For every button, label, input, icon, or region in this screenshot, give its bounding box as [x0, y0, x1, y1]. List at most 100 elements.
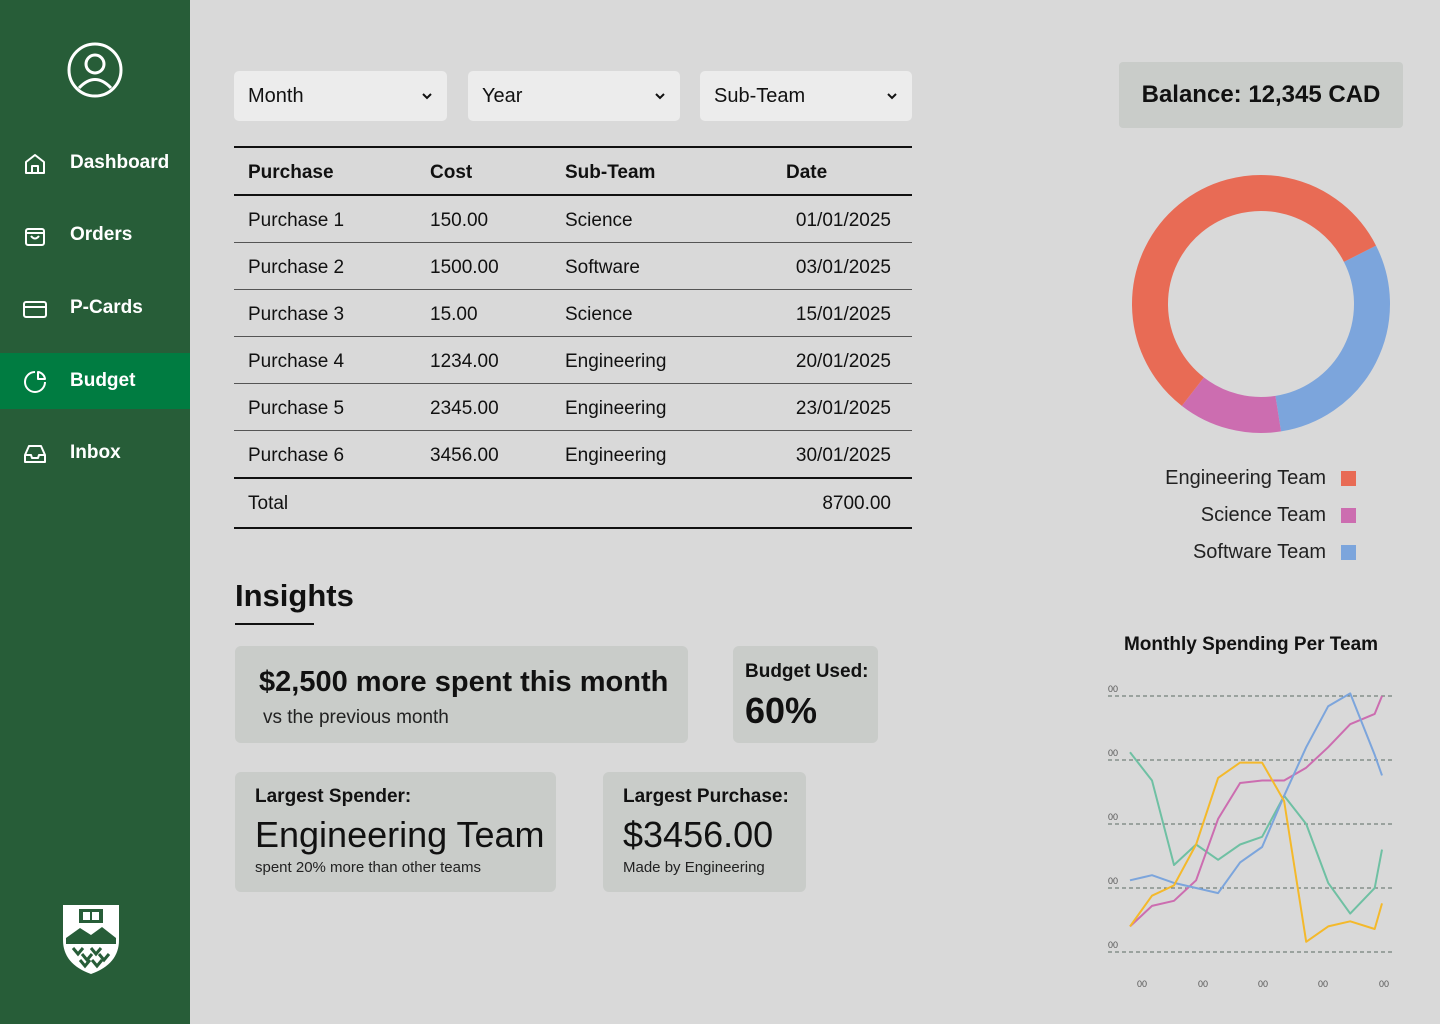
purchase-cell: Purchase 5 [248, 398, 345, 419]
pie-chart-icon [24, 371, 46, 393]
cost-cell: 15.00 [430, 304, 478, 325]
cost-cell: 2345.00 [430, 398, 499, 419]
chevron-down-icon [422, 93, 432, 100]
university-crest-icon [63, 905, 119, 974]
largest-spender-value: Engineering Team [255, 814, 545, 855]
largest-purchase-subtext: Made by Engineering [623, 859, 765, 876]
year-dropdown-value: Year [482, 84, 523, 107]
cost-cell: 3456.00 [430, 445, 499, 466]
date-cell: 20/01/2025 [795, 351, 891, 372]
date-cell: 03/01/2025 [795, 257, 891, 278]
x-tick-label: 00 [1258, 979, 1268, 989]
y-tick-label: 00 [1108, 812, 1118, 822]
date-cell: 23/01/2025 [795, 398, 891, 419]
legend-swatch [1341, 545, 1356, 560]
budget-used-value: 60% [745, 690, 818, 731]
sidebar-item-inbox[interactable]: Inbox [0, 425, 190, 481]
purchase-cell: Purchase 4 [248, 351, 345, 372]
column-header[interactable]: Date [786, 162, 827, 184]
y-tick-label: 00 [1108, 684, 1118, 694]
sidebar-item-orders[interactable]: Orders [0, 207, 190, 263]
year-dropdown[interactable]: Year [468, 71, 680, 121]
spend-subtext: vs the previous month [263, 707, 449, 728]
donut-slice-science-team[interactable] [1181, 377, 1282, 433]
table-header: Purchase Cost Sub-Team Date [234, 146, 912, 196]
purchase-cell: Purchase 6 [248, 445, 345, 466]
sidebar-item-label: Inbox [70, 442, 121, 463]
legend-swatch [1341, 471, 1356, 486]
insights-title: Insights [235, 578, 354, 613]
legend-swatch [1341, 508, 1356, 523]
legend-item-science: Science Team [1201, 504, 1356, 527]
cost-cell: 150.00 [430, 210, 489, 231]
inbox-icon [24, 445, 46, 463]
home-icon [25, 154, 45, 174]
largest-spender-card: Largest Spender: Engineering Team spent … [235, 772, 556, 892]
sidebar-item-label: Dashboard [70, 152, 170, 173]
sidebar-item-dashboard[interactable]: Dashboard [0, 135, 190, 191]
largest-purchase-value: $3456.00 [623, 814, 774, 855]
legend-label: Science Team [1200, 504, 1326, 526]
x-tick-label: 00 [1318, 979, 1328, 989]
user-avatar-icon[interactable] [66, 41, 124, 99]
purchase-cell: Purchase 3 [248, 304, 345, 325]
sub-team-cell: Engineering [565, 351, 667, 372]
total-label: Total [248, 493, 289, 514]
sub-team-cell: Engineering [565, 445, 667, 466]
largest-purchase-card: Largest Purchase: $3456.00 Made by Engin… [603, 772, 806, 892]
x-tick-label: 00 [1137, 979, 1147, 989]
x-tick-label: 00 [1198, 979, 1208, 989]
chevron-down-icon [887, 93, 897, 100]
balance-display: Balance: 12,345 CAD [1119, 62, 1403, 128]
sub-team-dropdown[interactable]: Sub-Team [700, 71, 912, 121]
y-tick-label: 00 [1108, 748, 1118, 758]
date-cell: 01/01/2025 [795, 210, 891, 231]
sidebar-item-label: P-Cards [70, 297, 143, 318]
sub-team-cell: Engineering [565, 398, 667, 419]
y-tick-label: 00 [1108, 940, 1118, 950]
table-row[interactable]: Purchase 1 150.00 Science 01/01/2025 [234, 196, 912, 243]
series-line-2 [1129, 692, 1383, 895]
table-row[interactable]: Purchase 5 2345.00 Engineering 23/01/202… [234, 384, 912, 431]
column-header[interactable]: Sub-Team [565, 162, 655, 184]
largest-spender-subtext: spent 20% more than other teams [255, 859, 481, 876]
budget-used-label: Budget Used: [745, 661, 869, 682]
team-spending-donut-chart [1132, 175, 1390, 433]
table-row[interactable]: Purchase 2 1500.00 Software 03/01/2025 [234, 243, 912, 290]
series-line-1 [1129, 695, 1383, 928]
legend-item-software: Software Team [1193, 541, 1356, 564]
shopping-bag-icon [25, 228, 45, 246]
y-tick-label: 00 [1108, 876, 1118, 886]
legend-label: Software Team [1192, 541, 1326, 563]
column-header[interactable]: Cost [430, 162, 472, 184]
table-row[interactable]: Purchase 3 15.00 Science 15/01/2025 [234, 290, 912, 337]
cost-cell: 1234.00 [430, 351, 499, 372]
sidebar-item-label: Orders [70, 224, 133, 245]
column-header[interactable]: Purchase [248, 162, 334, 184]
cost-cell: 1500.00 [430, 257, 499, 278]
legend-label: Engineering Team [1165, 467, 1326, 489]
sidebar-item-label: Budget [70, 370, 136, 391]
sidebar-item-p-cards[interactable]: P-Cards [0, 280, 190, 336]
donut-slice-engineering-team[interactable] [1132, 175, 1376, 406]
largest-spender-label: Largest Spender: [255, 786, 412, 807]
monthly-spending-line-chart: 00 00 00 00 00 00 00 00 00 00 [1108, 684, 1392, 989]
spend-headline: $2,500 more spent this month [259, 666, 669, 698]
table-row[interactable]: Purchase 6 3456.00 Engineering 30/01/202… [234, 431, 912, 479]
x-tick-label: 00 [1379, 979, 1389, 989]
purchase-cell: Purchase 2 [248, 257, 345, 278]
sub-team-cell: Software [565, 257, 640, 278]
line-chart-title: Monthly Spending Per Team [1123, 634, 1379, 655]
table-row[interactable]: Purchase 4 1234.00 Engineering 20/01/202… [234, 337, 912, 384]
sub-team-cell: Science [565, 210, 633, 231]
month-dropdown-value: Month [248, 84, 304, 107]
date-cell: 30/01/2025 [795, 445, 891, 466]
table-total-row: Total 8700.00 [234, 479, 912, 529]
month-dropdown[interactable]: Month [234, 71, 447, 121]
largest-purchase-label: Largest Purchase: [623, 786, 789, 807]
sub-team-cell: Science [565, 304, 633, 325]
sidebar-item-budget[interactable]: Budget [0, 353, 190, 409]
donut-slice-software-team[interactable] [1274, 245, 1390, 432]
sub-team-dropdown-value: Sub-Team [714, 84, 806, 107]
legend-item-engineering: Engineering Team [1165, 467, 1356, 490]
